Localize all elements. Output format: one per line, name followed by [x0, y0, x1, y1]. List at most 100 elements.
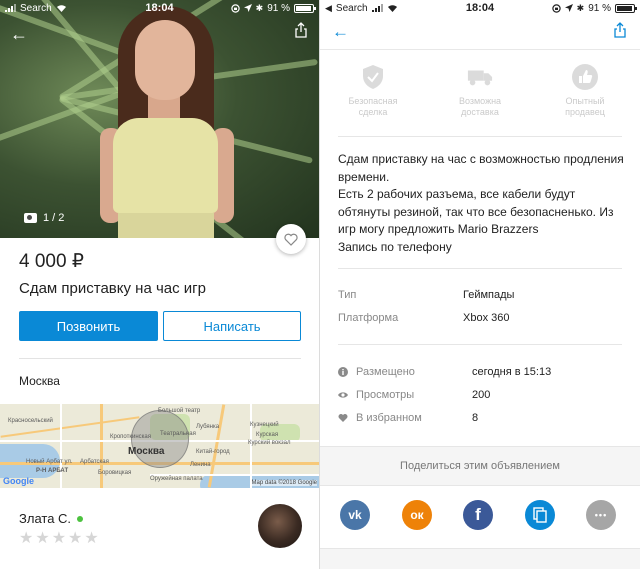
right-screen: ◀ Search 18:04 ✱ 91 % ← Безопасная сделк… [320, 0, 640, 569]
lock-rotation-icon [551, 3, 561, 13]
map-label: Красносельский [8, 418, 53, 424]
more-share-button[interactable]: ••• [586, 500, 616, 530]
property-key: Платформа [338, 312, 399, 324]
wifi-icon [387, 5, 397, 12]
back-arrow-icon[interactable]: ← [332, 22, 349, 42]
carrier-label[interactable]: Search [336, 3, 368, 14]
bluetooth-icon: ✱ [576, 2, 585, 13]
bottom-strip [320, 548, 640, 569]
back-to-app-icon[interactable]: ◀ [325, 3, 332, 14]
star-icon: ★ [19, 530, 34, 547]
map-label: Курский вокзал [248, 440, 291, 446]
thumbs-up-icon [572, 64, 598, 90]
left-screen: Search 18:04 ✱ 91 % ← 1 / 2 4 000 ₽ Сдам… [0, 0, 319, 569]
feature-label: Опытный продавец [565, 96, 605, 117]
lock-rotation-icon [230, 3, 240, 13]
listing-title: Сдам приставку на час игр [19, 280, 206, 297]
listing-city: Москва [19, 374, 60, 388]
google-logo: Google [3, 476, 34, 486]
map-label: Новый Арбат ул. [26, 459, 73, 465]
map-label: Оружейная палата [150, 476, 203, 482]
status-bar: ◀ Search 18:04 ✱ 91 % [320, 0, 640, 16]
map-label: Кропоткинская [110, 434, 152, 440]
location-map[interactable]: Большой театр Красносельский Кропоткинск… [0, 404, 319, 488]
battery-percent: 91 % [588, 2, 611, 14]
stat-key: Размещено [356, 366, 415, 378]
shield-check-icon [363, 65, 383, 89]
wifi-icon [56, 5, 66, 12]
property-key: Тип [338, 289, 357, 301]
online-indicator-icon [77, 515, 84, 522]
feature-label: Возможна доставка [458, 96, 502, 117]
back-arrow-icon[interactable]: ← [10, 24, 28, 45]
divider [338, 136, 622, 137]
share-icon[interactable] [614, 22, 626, 38]
seller-avatar[interactable] [258, 504, 302, 548]
vk-share-button[interactable]: vk [340, 500, 370, 530]
star-icon: ★ [35, 530, 50, 547]
call-button[interactable]: Позвонить [19, 311, 158, 341]
share-icon[interactable] [295, 22, 307, 38]
listing-price: 4 000 ₽ [19, 251, 84, 272]
feature-experienced-seller: Опытный продавец [550, 64, 620, 118]
property-value: Геймпады [463, 289, 515, 301]
eye-icon [338, 392, 348, 398]
share-buttons: vk ок f ••• [320, 486, 640, 548]
heart-outline-icon [284, 233, 298, 246]
divider [338, 344, 622, 345]
map-label: Театральная [160, 431, 196, 437]
vk-icon: vk [348, 508, 362, 522]
divider [19, 358, 301, 359]
star-icon: ★ [51, 530, 67, 547]
battery-icon [615, 3, 637, 13]
feature-delivery: Возможна доставка [445, 64, 515, 118]
navigation-bar: ← [320, 16, 640, 50]
description-paragraph: Сдам приставку на час с возможностью про… [338, 152, 624, 184]
location-icon [243, 4, 252, 12]
share-label: Поделиться этим объявлением [400, 460, 560, 472]
map-label: Боровицкая [98, 470, 132, 476]
property-value: Xbox 360 [463, 312, 510, 324]
map-label: Кузнецкий [250, 422, 279, 428]
stat-value: 200 [472, 389, 491, 401]
map-label: Лубянка [196, 424, 220, 430]
status-bar: Search 18:04 ✱ 91 % [0, 0, 319, 16]
divider [338, 268, 622, 269]
feature-label: Безопасная сделка [348, 96, 398, 117]
seller-name-row[interactable]: Злата С. [19, 511, 84, 526]
description-paragraph: Есть 2 рабочих разъема, все кабели будут… [338, 187, 614, 236]
carrier-label: Search [20, 2, 52, 14]
battery-icon [294, 3, 316, 13]
location-icon [564, 4, 573, 12]
copy-link-button[interactable] [525, 500, 555, 530]
star-icon: ★ [68, 530, 83, 547]
facebook-icon: f [475, 505, 481, 524]
odnoklassniki-share-button[interactable]: ок [402, 500, 432, 530]
seller-rating: ★ ★ ★ ★ ★ [19, 531, 99, 547]
map-label: Арбатская [80, 459, 109, 465]
more-icon: ••• [594, 510, 608, 520]
camera-icon [24, 213, 37, 223]
star-icon: ★ [84, 530, 99, 547]
stat-key: В избранном [356, 412, 422, 424]
favorite-button[interactable] [276, 224, 306, 254]
listing-description: Сдам приставку на час с возможностью про… [338, 151, 628, 256]
signal-icon [5, 4, 16, 12]
facebook-share-button[interactable]: f [463, 500, 493, 530]
listing-photo[interactable]: Search 18:04 ✱ 91 % ← 1 / 2 [0, 0, 319, 238]
map-label: Курская [256, 432, 279, 438]
write-button[interactable]: Написать [163, 311, 301, 341]
heart-icon [338, 414, 348, 422]
map-label: Большой театр [158, 408, 201, 414]
map-label: Китай-город [196, 449, 230, 455]
photo-counter-label: 1 / 2 [43, 212, 65, 224]
photo-counter: 1 / 2 [24, 212, 64, 224]
odnoklassniki-icon: ок [410, 508, 424, 522]
feature-safe-deal: Безопасная сделка [338, 64, 408, 118]
stat-value: 8 [472, 412, 479, 424]
description-paragraph: Запись по телефону [338, 239, 452, 254]
map-label: Ленина [190, 462, 211, 468]
map-label: Р-Н АРБАТ [36, 468, 69, 474]
stat-value: сегодня в 15:13 [472, 366, 552, 378]
info-icon [338, 367, 348, 377]
